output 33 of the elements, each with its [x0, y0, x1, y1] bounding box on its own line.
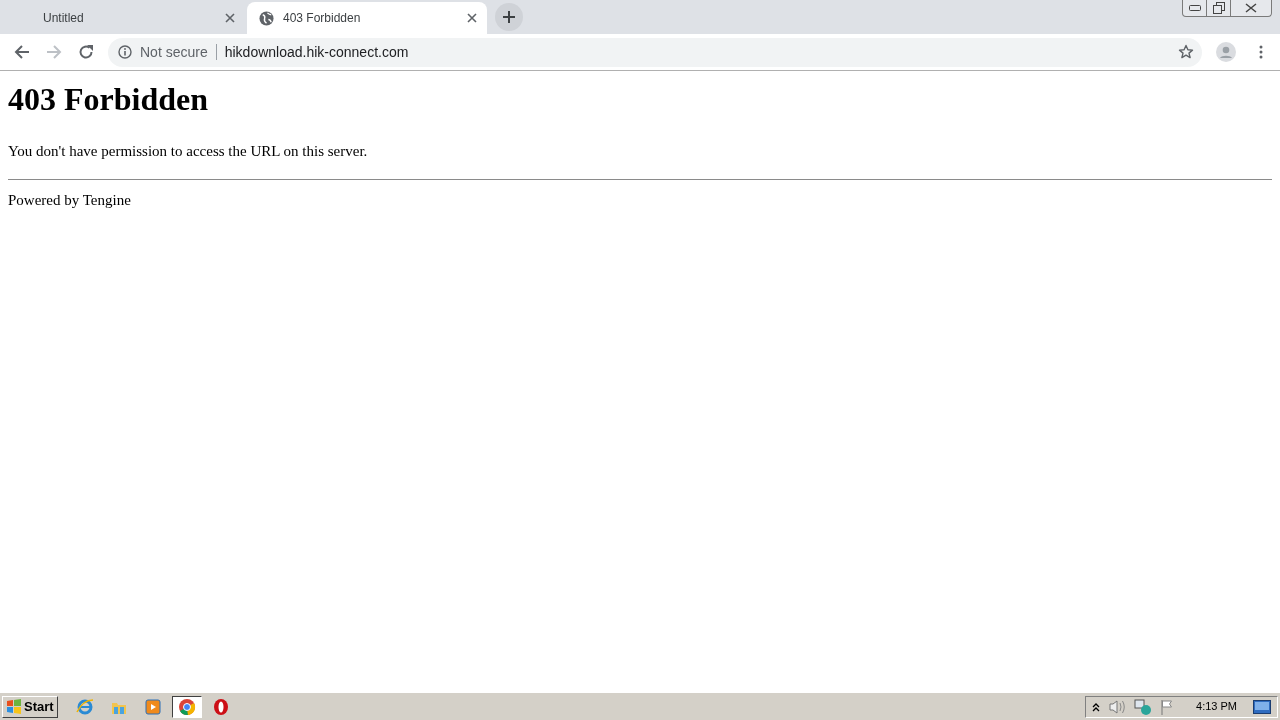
- url-text: hikdownload.hik-connect.com: [224, 42, 409, 62]
- chrome-icon: [177, 697, 196, 716]
- server-footer: Powered by Tengine: [8, 188, 1272, 211]
- error-message: You don't have permission to access the URL on this server.: [8, 142, 369, 161]
- close-tab-icon[interactable]: [225, 13, 235, 23]
- page-heading: 403 Forbidden: [8, 80, 210, 118]
- close-tab-icon[interactable]: [467, 13, 477, 23]
- forward-arrow-icon: [46, 44, 62, 60]
- profile-avatar-icon[interactable]: [1216, 42, 1236, 62]
- info-icon: [118, 45, 132, 59]
- start-button[interactable]: Start: [2, 695, 58, 718]
- browser-tab[interactable]: Untitled: [0, 2, 245, 34]
- show-hidden-icons-icon[interactable]: [1092, 701, 1101, 712]
- address-bar[interactable]: Not secure hikdownload.hik-connect.com: [108, 37, 1202, 67]
- back-arrow-icon: [14, 44, 30, 60]
- media-player-icon: [143, 697, 162, 716]
- opera-icon: [211, 697, 230, 716]
- reload-icon: [78, 44, 94, 60]
- clock[interactable]: 4:13 PM: [1196, 698, 1237, 715]
- bookmark-star-icon[interactable]: [1178, 44, 1194, 60]
- globe-icon: [259, 10, 274, 26]
- menu-icon[interactable]: [1259, 45, 1263, 59]
- taskbar-app-button[interactable]: [171, 695, 202, 718]
- minimize-icon: [1188, 5, 1201, 11]
- new-tab-button[interactable]: [495, 3, 523, 31]
- internet-explorer-icon: [75, 697, 94, 716]
- close-icon: [1245, 3, 1257, 13]
- speaker-icon[interactable]: [1108, 698, 1127, 715]
- browser-tab[interactable]: 403 Forbidden: [247, 2, 487, 34]
- windows-logo-icon: [6, 699, 22, 714]
- show-desktop-icon[interactable]: [1253, 699, 1271, 714]
- security-label: Not secure: [140, 42, 208, 62]
- plus-icon: [502, 10, 516, 24]
